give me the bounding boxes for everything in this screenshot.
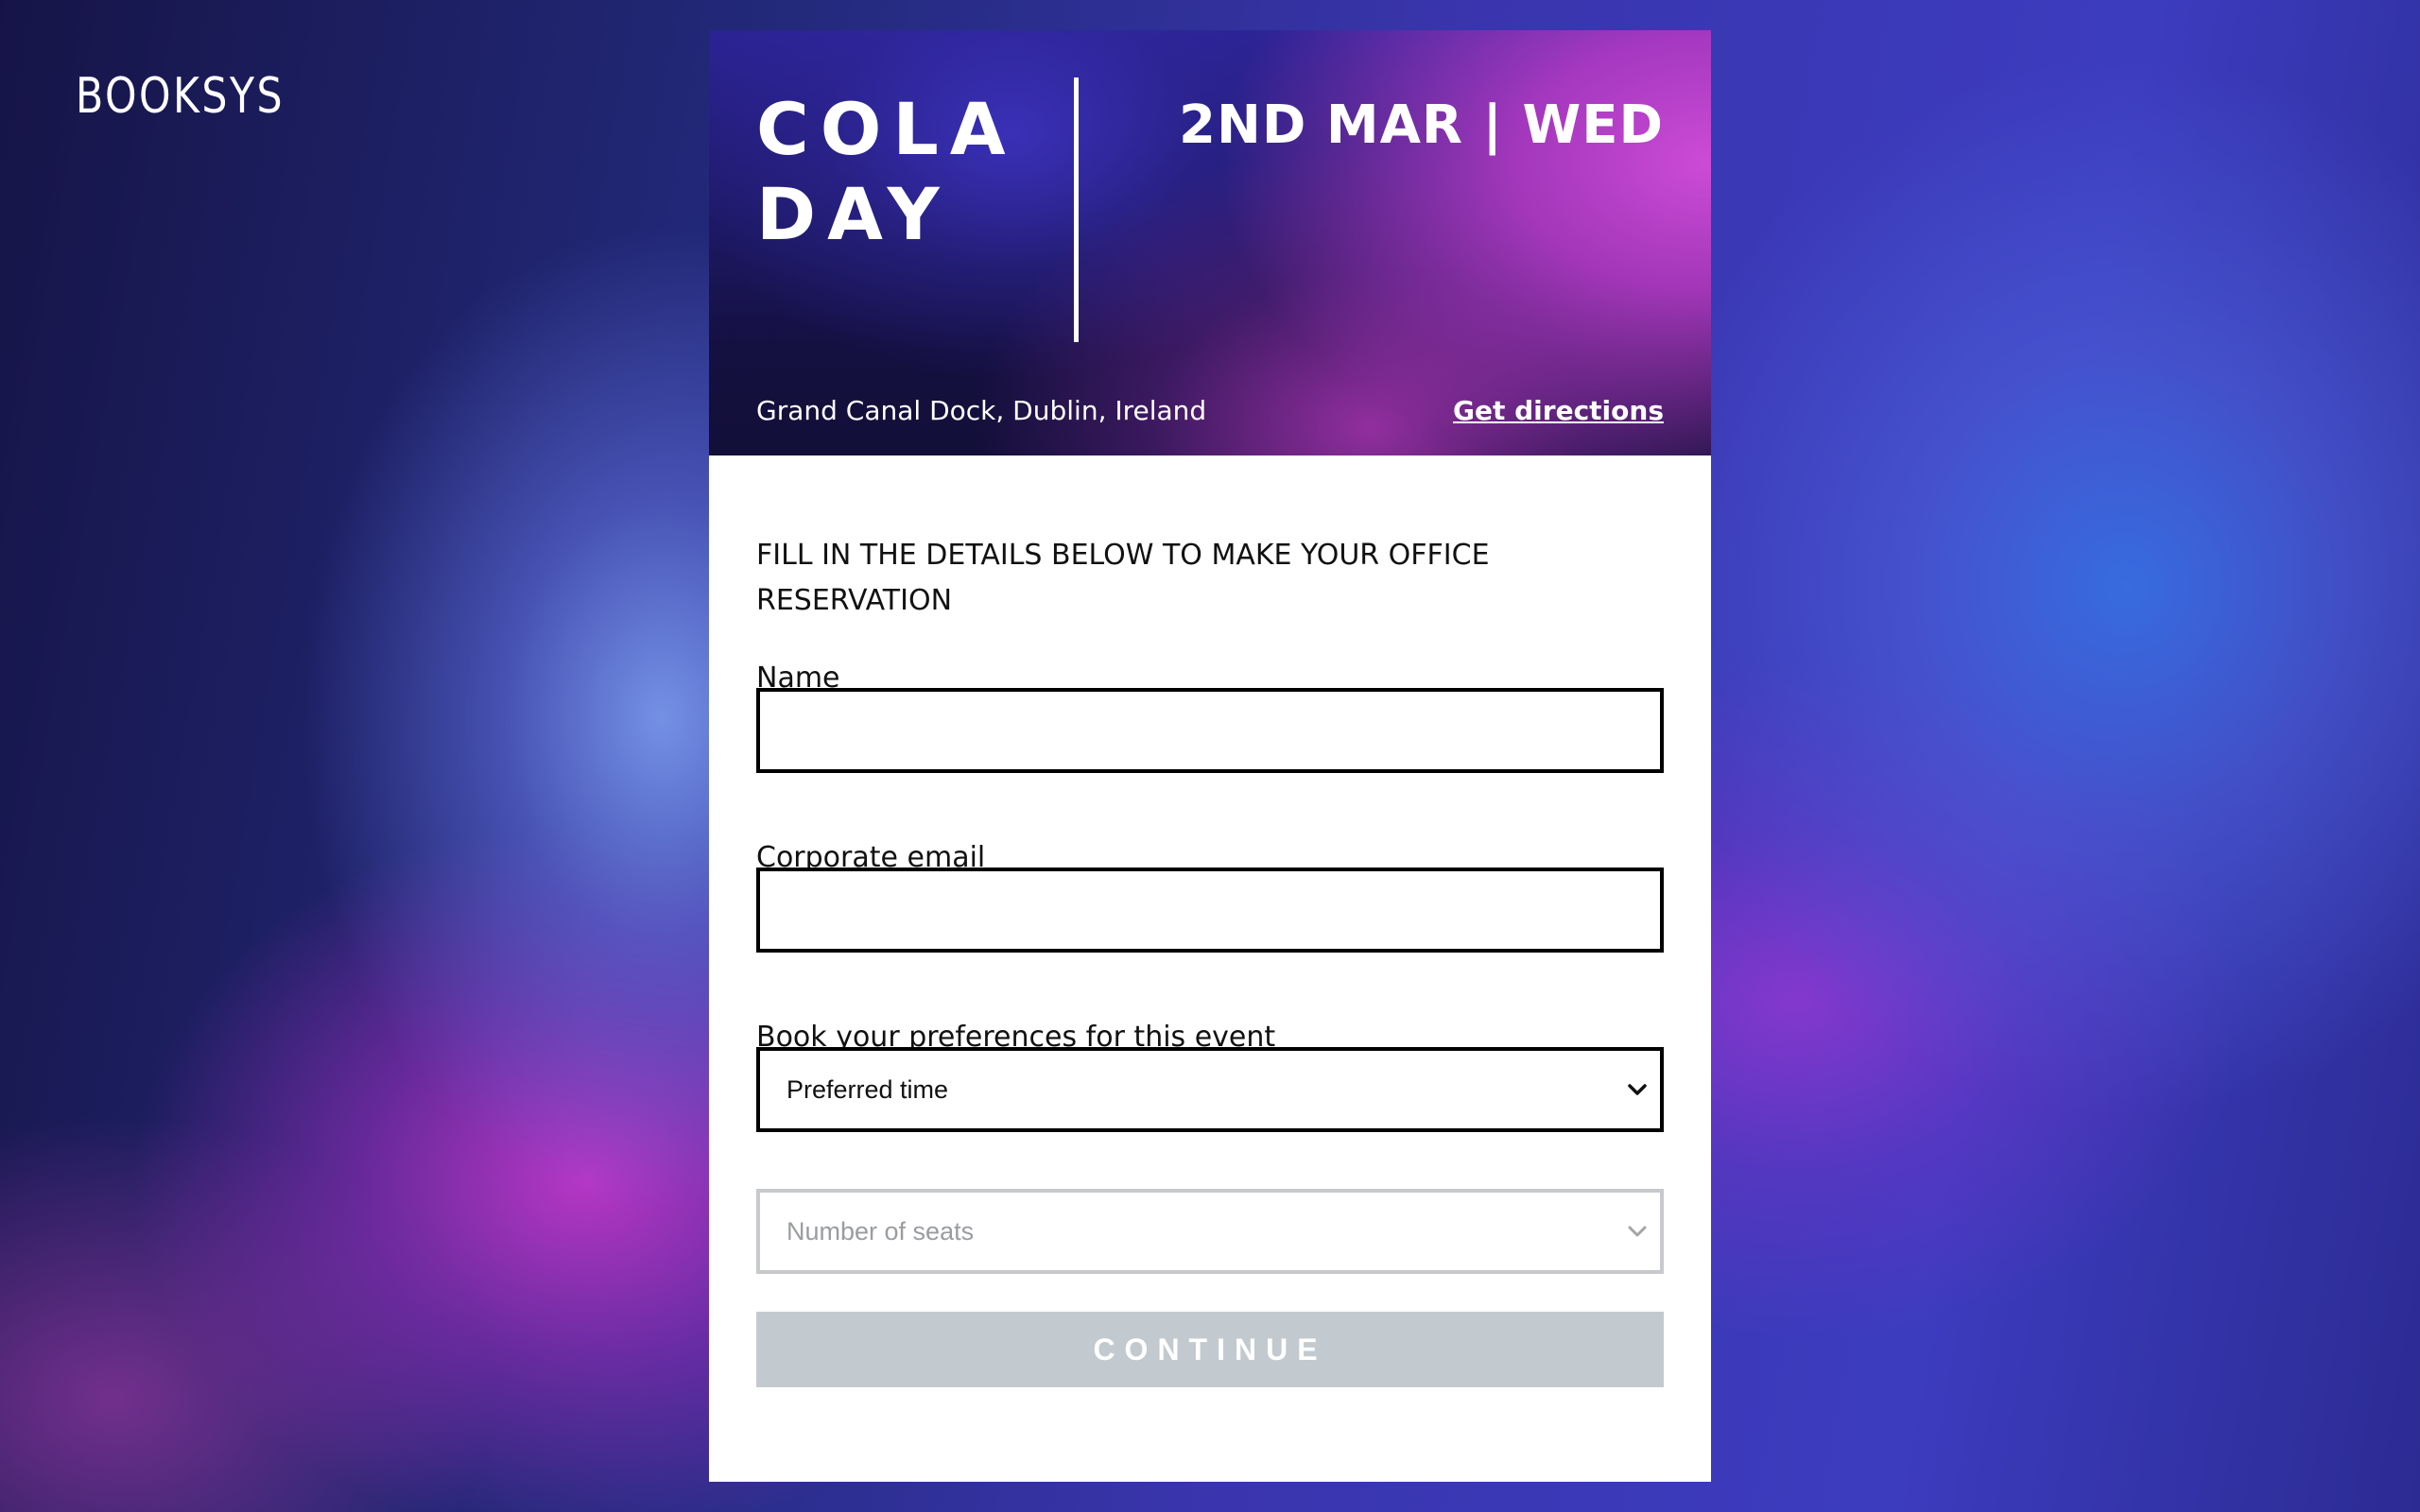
booksys-logo: BOOKSYS (76, 68, 285, 125)
event-location: Grand Canal Dock, Dublin, Ireland (756, 395, 1207, 426)
reservation-card: COLA DAY 2ND MAR | WED Grand Canal Dock,… (709, 30, 1711, 1482)
event-title: COLA DAY (756, 87, 1017, 256)
chevron-down-icon (1626, 1078, 1649, 1101)
number-of-seats-select[interactable]: Number of seats (756, 1189, 1664, 1274)
name-input[interactable] (756, 688, 1664, 773)
preferred-time-value: Preferred time (786, 1074, 949, 1104)
title-divider (1074, 77, 1079, 342)
preferred-time-select[interactable]: Preferred time (756, 1047, 1664, 1132)
get-directions-link[interactable]: Get directions (1453, 395, 1664, 426)
event-hero: COLA DAY 2ND MAR | WED Grand Canal Dock,… (709, 30, 1711, 455)
form-intro: FILL IN THE DETAILS BELOW TO MAKE YOUR O… (756, 539, 1490, 617)
chevron-down-icon (1626, 1220, 1649, 1243)
event-date: 2ND MAR | WED (1179, 94, 1664, 156)
number-of-seats-value: Number of seats (786, 1216, 975, 1246)
corporate-email-input[interactable] (756, 868, 1664, 953)
continue-button[interactable]: CONTINUE (756, 1312, 1664, 1387)
